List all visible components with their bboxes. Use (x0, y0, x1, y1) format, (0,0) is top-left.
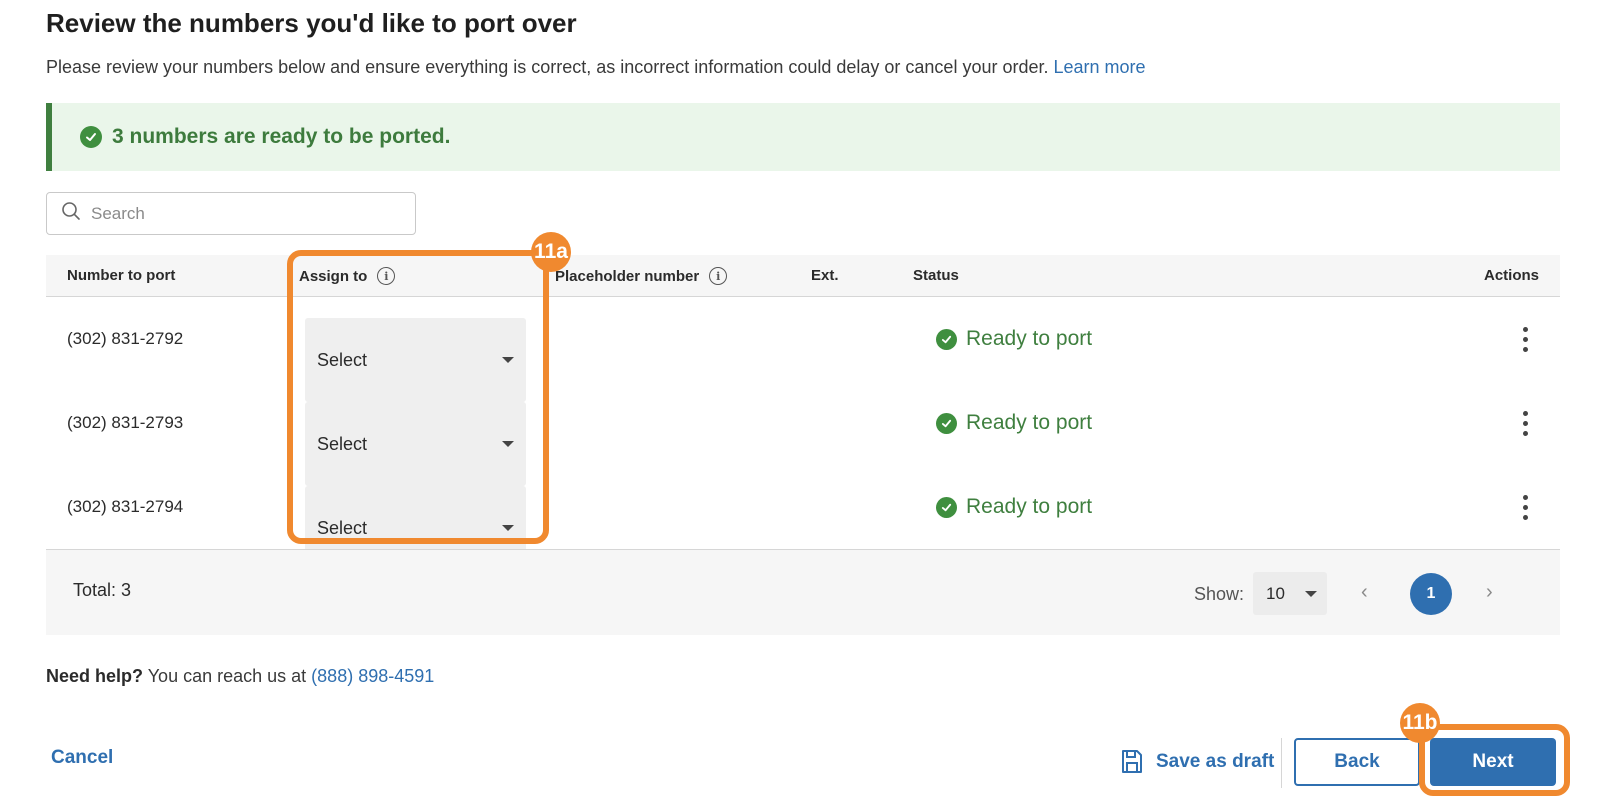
header-assign-to: Assign to i (299, 267, 396, 285)
search-box[interactable] (46, 192, 416, 235)
help-body: You can reach us at (147, 666, 307, 686)
learn-more-link[interactable]: Learn more (1054, 57, 1146, 77)
success-banner: 3 numbers are ready to be ported. (46, 103, 1560, 171)
page-size-value: 10 (1266, 583, 1285, 603)
caret-down-icon (502, 441, 514, 447)
check-circle-icon (936, 328, 957, 350)
status-text: Ready to port (966, 411, 1093, 434)
status-text: Ready to port (966, 495, 1093, 518)
header-number-to-port: Number to port (67, 267, 176, 284)
callout-badge: 11a (531, 232, 571, 272)
save-draft-label: Save as draft (1156, 751, 1275, 772)
table-row: (302) 831-2792 Select Ready to port (46, 297, 1560, 402)
more-actions-icon[interactable] (1513, 297, 1537, 381)
save-draft-button[interactable]: Save as draft (1120, 749, 1274, 775)
info-icon[interactable]: i (709, 267, 728, 285)
table-row: (302) 831-2793 Select Ready to port (46, 381, 1560, 486)
page-number-button[interactable]: 1 (1410, 573, 1452, 615)
number-cell: (302) 831-2793 (67, 413, 184, 432)
numbers-table: Number to port Assign to i Placeholder nu… (46, 255, 1560, 635)
status-cell: Ready to port (936, 381, 1092, 465)
page-title: Review the numbers you'd like to port ov… (46, 8, 577, 38)
help-phone-link[interactable]: (888) 898-4591 (311, 666, 434, 686)
check-circle-icon (80, 126, 102, 148)
check-circle-icon (936, 412, 957, 434)
assign-to-value: Select (317, 433, 368, 454)
more-actions-icon[interactable] (1513, 381, 1537, 465)
info-icon[interactable]: i (377, 267, 396, 285)
caret-down-icon (502, 525, 514, 531)
search-icon (61, 201, 81, 226)
chevron-left-icon[interactable]: ‹ (1361, 581, 1368, 604)
callout-badge: 11b (1400, 703, 1440, 743)
check-circle-icon (936, 496, 957, 518)
status-cell: Ready to port (936, 465, 1092, 549)
more-actions-icon[interactable] (1513, 465, 1537, 549)
back-button[interactable]: Back (1294, 738, 1420, 786)
header-status: Status (913, 267, 959, 284)
header-ext: Ext. (811, 267, 839, 284)
status-cell: Ready to port (936, 297, 1092, 381)
header-actions: Actions (1483, 267, 1539, 284)
page-size-select[interactable]: 10 (1253, 572, 1327, 615)
number-cell: (302) 831-2792 (67, 329, 184, 348)
help-bold: Need help? (46, 666, 144, 686)
save-icon (1122, 750, 1142, 773)
page-subtitle: Please review your numbers below and ens… (46, 57, 1146, 78)
subtitle-text: Please review your numbers below and ens… (46, 57, 1049, 77)
number-cell: (302) 831-2794 (67, 497, 184, 516)
caret-down-icon (502, 357, 514, 363)
table-header: Number to port Assign to i Placeholder nu… (46, 255, 1560, 297)
caret-down-icon (1305, 590, 1317, 597)
show-label: Show: (1194, 584, 1245, 604)
table-footer: Total: 3 Show: 10 ‹ 1 › (46, 549, 1560, 635)
divider (1281, 738, 1282, 788)
next-button[interactable]: Next (1430, 738, 1556, 786)
status-text: Ready to port (966, 327, 1093, 350)
assign-to-value: Select (317, 349, 368, 370)
search-input[interactable] (91, 203, 391, 224)
header-placeholder-number: Placeholder number i (555, 267, 728, 285)
table-row: (302) 831-2794 Select Ready to port (46, 465, 1560, 570)
help-text: Need help? You can reach us at (888) 898… (46, 666, 434, 687)
banner-text: 3 numbers are ready to be ported. (112, 125, 451, 148)
total-count: Total: 3 (73, 580, 132, 600)
cancel-link[interactable]: Cancel (51, 747, 113, 769)
assign-to-value: Select (317, 517, 368, 538)
chevron-right-icon[interactable]: › (1486, 581, 1493, 604)
